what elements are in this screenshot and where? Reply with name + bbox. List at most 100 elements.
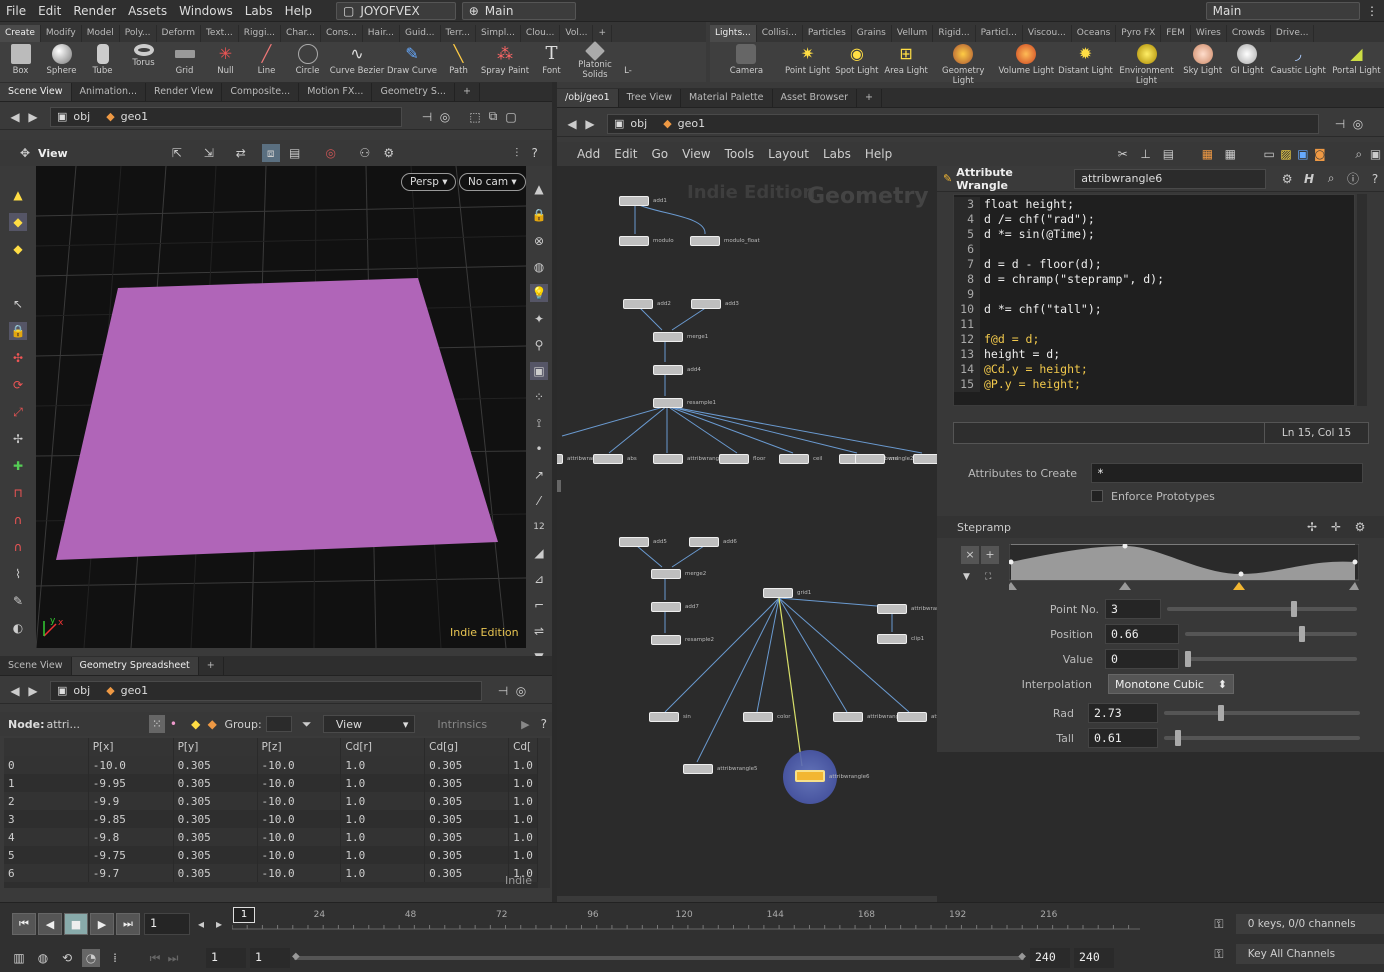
headlight-icon[interactable]: ✦ [530, 310, 548, 328]
go-to-start-button[interactable]: ⏮ [12, 913, 36, 935]
more-icon[interactable]: ⋮ [1360, 0, 1384, 22]
col-index[interactable] [4, 738, 89, 756]
display-icon[interactable]: ▤ [286, 144, 304, 162]
range-left-handle-icon[interactable]: ◆ [292, 951, 300, 962]
tool-draw-curve[interactable]: ✎ Draw Curve [386, 42, 438, 76]
network-node-w8[interactable] [833, 712, 863, 722]
key-channels-icon[interactable]: ⚿ [1210, 945, 1228, 963]
tool-platonic-solids[interactable]: Platonic Solids [572, 41, 618, 80]
network-grid-icon[interactable]: ▦ [1199, 145, 1216, 163]
tool-line[interactable]: ╱ Line [246, 42, 287, 76]
network-image-icon[interactable]: ▣ [1294, 145, 1311, 163]
select-prims-icon[interactable]: ◆ [9, 240, 27, 258]
group-field[interactable] [265, 716, 293, 732]
network-node-w9[interactable] [897, 712, 927, 722]
col-py[interactable]: P[y] [173, 738, 258, 756]
play-button[interactable]: ▶ [90, 913, 114, 935]
shelf-tab-clou[interactable]: Clou... [521, 25, 561, 42]
record-icon[interactable]: ◎ [322, 144, 340, 162]
houdini-help-icon[interactable]: H [1300, 170, 1318, 188]
col-cdb[interactable]: Cd[ [508, 738, 538, 756]
gear-icon[interactable]: ⚙ [380, 144, 398, 162]
point-no-slider[interactable] [1167, 601, 1357, 617]
lock-icon[interactable]: 🔒 [9, 322, 27, 340]
network-edge-handle[interactable] [557, 480, 561, 492]
link-icon[interactable]: ◎ [436, 108, 454, 126]
network-node-add1[interactable] [619, 196, 649, 206]
shelf-tab-deform[interactable]: Deform [157, 25, 201, 42]
tall-slider-handle[interactable] [1174, 730, 1181, 746]
tab-tree-view[interactable]: Tree View [619, 89, 681, 107]
network-table-icon[interactable]: ▦ [1222, 145, 1239, 163]
tool-geometry-light[interactable]: Geometry Light [931, 42, 996, 86]
intrinsics-arrow-icon[interactable]: ▶ [521, 718, 529, 731]
vex-code-editor[interactable]: 3 float height; 4 d /= chf("rad"); 5 d *= sin… [953, 194, 1355, 406]
tool-area-light[interactable]: ⊞ Area Light [881, 42, 930, 76]
numbers-icon[interactable]: 12 [530, 518, 548, 536]
tool-spot-light[interactable]: ◉ Spot Light [832, 42, 881, 76]
tool-gi-light[interactable]: GI Light [1226, 42, 1267, 76]
table-row[interactable]: 6 -9.7 0.305 -10.0 1.0 0.305 1.0 [4, 864, 538, 882]
scroll-up-icon[interactable]: ▲ [530, 180, 548, 198]
tall-field[interactable]: 0.61 [1088, 728, 1158, 748]
tool-grid[interactable]: Grid [164, 42, 205, 76]
display-lock-icon[interactable]: 🔒 [530, 206, 548, 224]
spreadsheet-help-icon[interactable]: ? [536, 715, 552, 733]
tab-scene-view-bottom[interactable]: Scene View [0, 657, 72, 675]
step-forward-icon[interactable]: ▸ [210, 915, 228, 933]
network-editor[interactable]: Indie Edition Geometry add1 modulo modulo_… [557, 166, 937, 896]
link-bottom-icon[interactable]: ◎ [512, 682, 530, 700]
stop-button[interactable]: ■ [64, 913, 88, 935]
persp-menu[interactable]: Persp ▾ [401, 173, 457, 191]
range-start-field[interactable]: 1 [206, 948, 246, 968]
view-tool-icon[interactable]: ✎ [9, 592, 27, 610]
shelf-tab-particles[interactable]: Particles [803, 25, 852, 42]
network-link-icon[interactable]: ◎ [1349, 115, 1367, 133]
position-field[interactable]: 0.66 [1105, 624, 1179, 644]
network-options-icon[interactable]: ▣ [1367, 145, 1384, 163]
interp-dropdown[interactable]: Monotone Cubic ⬍ [1108, 674, 1234, 694]
uv-icon[interactable]: ⊿ [530, 570, 548, 588]
main-right-selector[interactable]: Main [1205, 1, 1360, 20]
shelf-tab-vol[interactable]: Vol... [560, 25, 594, 42]
shelf-tab-crowds[interactable]: Crowds [1227, 25, 1271, 42]
network-node-merge1[interactable] [653, 332, 683, 342]
shelf-tab-modify[interactable]: Modify [41, 25, 82, 42]
network-flag-icon[interactable]: ▭ [1261, 145, 1278, 163]
ramp-delete-button[interactable]: × [961, 546, 979, 564]
dot-icon[interactable]: • [530, 440, 548, 458]
shelf-tab-rigging[interactable]: Riggi... [239, 25, 282, 42]
table-row[interactable]: 2 -9.9 0.305 -10.0 1.0 0.305 1.0 [4, 792, 538, 810]
enforce-checkbox[interactable] [1091, 490, 1103, 502]
shelf-tab-text[interactable]: Text... [201, 25, 239, 42]
net-menu-tools[interactable]: Tools [725, 147, 755, 161]
tab-render-view[interactable]: Render View [146, 83, 223, 101]
param-info-icon[interactable]: ⓘ [1344, 170, 1362, 188]
tab-geometry-spreadsheet[interactable]: Geometry Spreadsheet [71, 657, 199, 675]
menu-assets[interactable]: Assets [122, 0, 173, 22]
handle-icon[interactable]: ⇄ [232, 144, 250, 162]
step-back-icon[interactable]: ◂ [192, 915, 210, 933]
shelf-tab-drive[interactable]: Drive... [1271, 25, 1315, 42]
network-node-floor[interactable] [719, 454, 749, 464]
cube-icon[interactable]: ⬚ [466, 108, 484, 126]
shelf-tab-cons[interactable]: Cons... [321, 25, 363, 42]
tab-composite[interactable]: Composite... [222, 83, 300, 101]
view-menu-icon[interactable]: ✥ [16, 144, 34, 162]
network-node-w3[interactable] [913, 454, 937, 464]
ramp-expand-icon[interactable]: ▼ [963, 572, 970, 582]
main-desktop-selector[interactable]: ⊕ Main [461, 1, 576, 20]
snap-point-icon[interactable]: ∩ [9, 538, 27, 556]
timer-icon[interactable]: ◔ [82, 949, 100, 967]
network-node-add6[interactable] [689, 537, 719, 547]
shelf-tab-rigid[interactable]: Rigid... [933, 25, 976, 42]
tool-tube[interactable]: Tube [82, 42, 123, 76]
value-slider[interactable] [1185, 651, 1357, 667]
param-gear-icon[interactable]: ⚙ [1278, 170, 1296, 188]
ghost-icon[interactable]: ⊗ [530, 232, 548, 250]
move-tool-icon[interactable]: ✣ [9, 349, 27, 367]
shelf-add-tab-icon[interactable]: + [593, 25, 612, 42]
menu-labs[interactable]: Labs [239, 0, 279, 22]
current-frame-marker[interactable]: 1 [233, 907, 255, 923]
network-node-resample1[interactable] [653, 398, 683, 408]
